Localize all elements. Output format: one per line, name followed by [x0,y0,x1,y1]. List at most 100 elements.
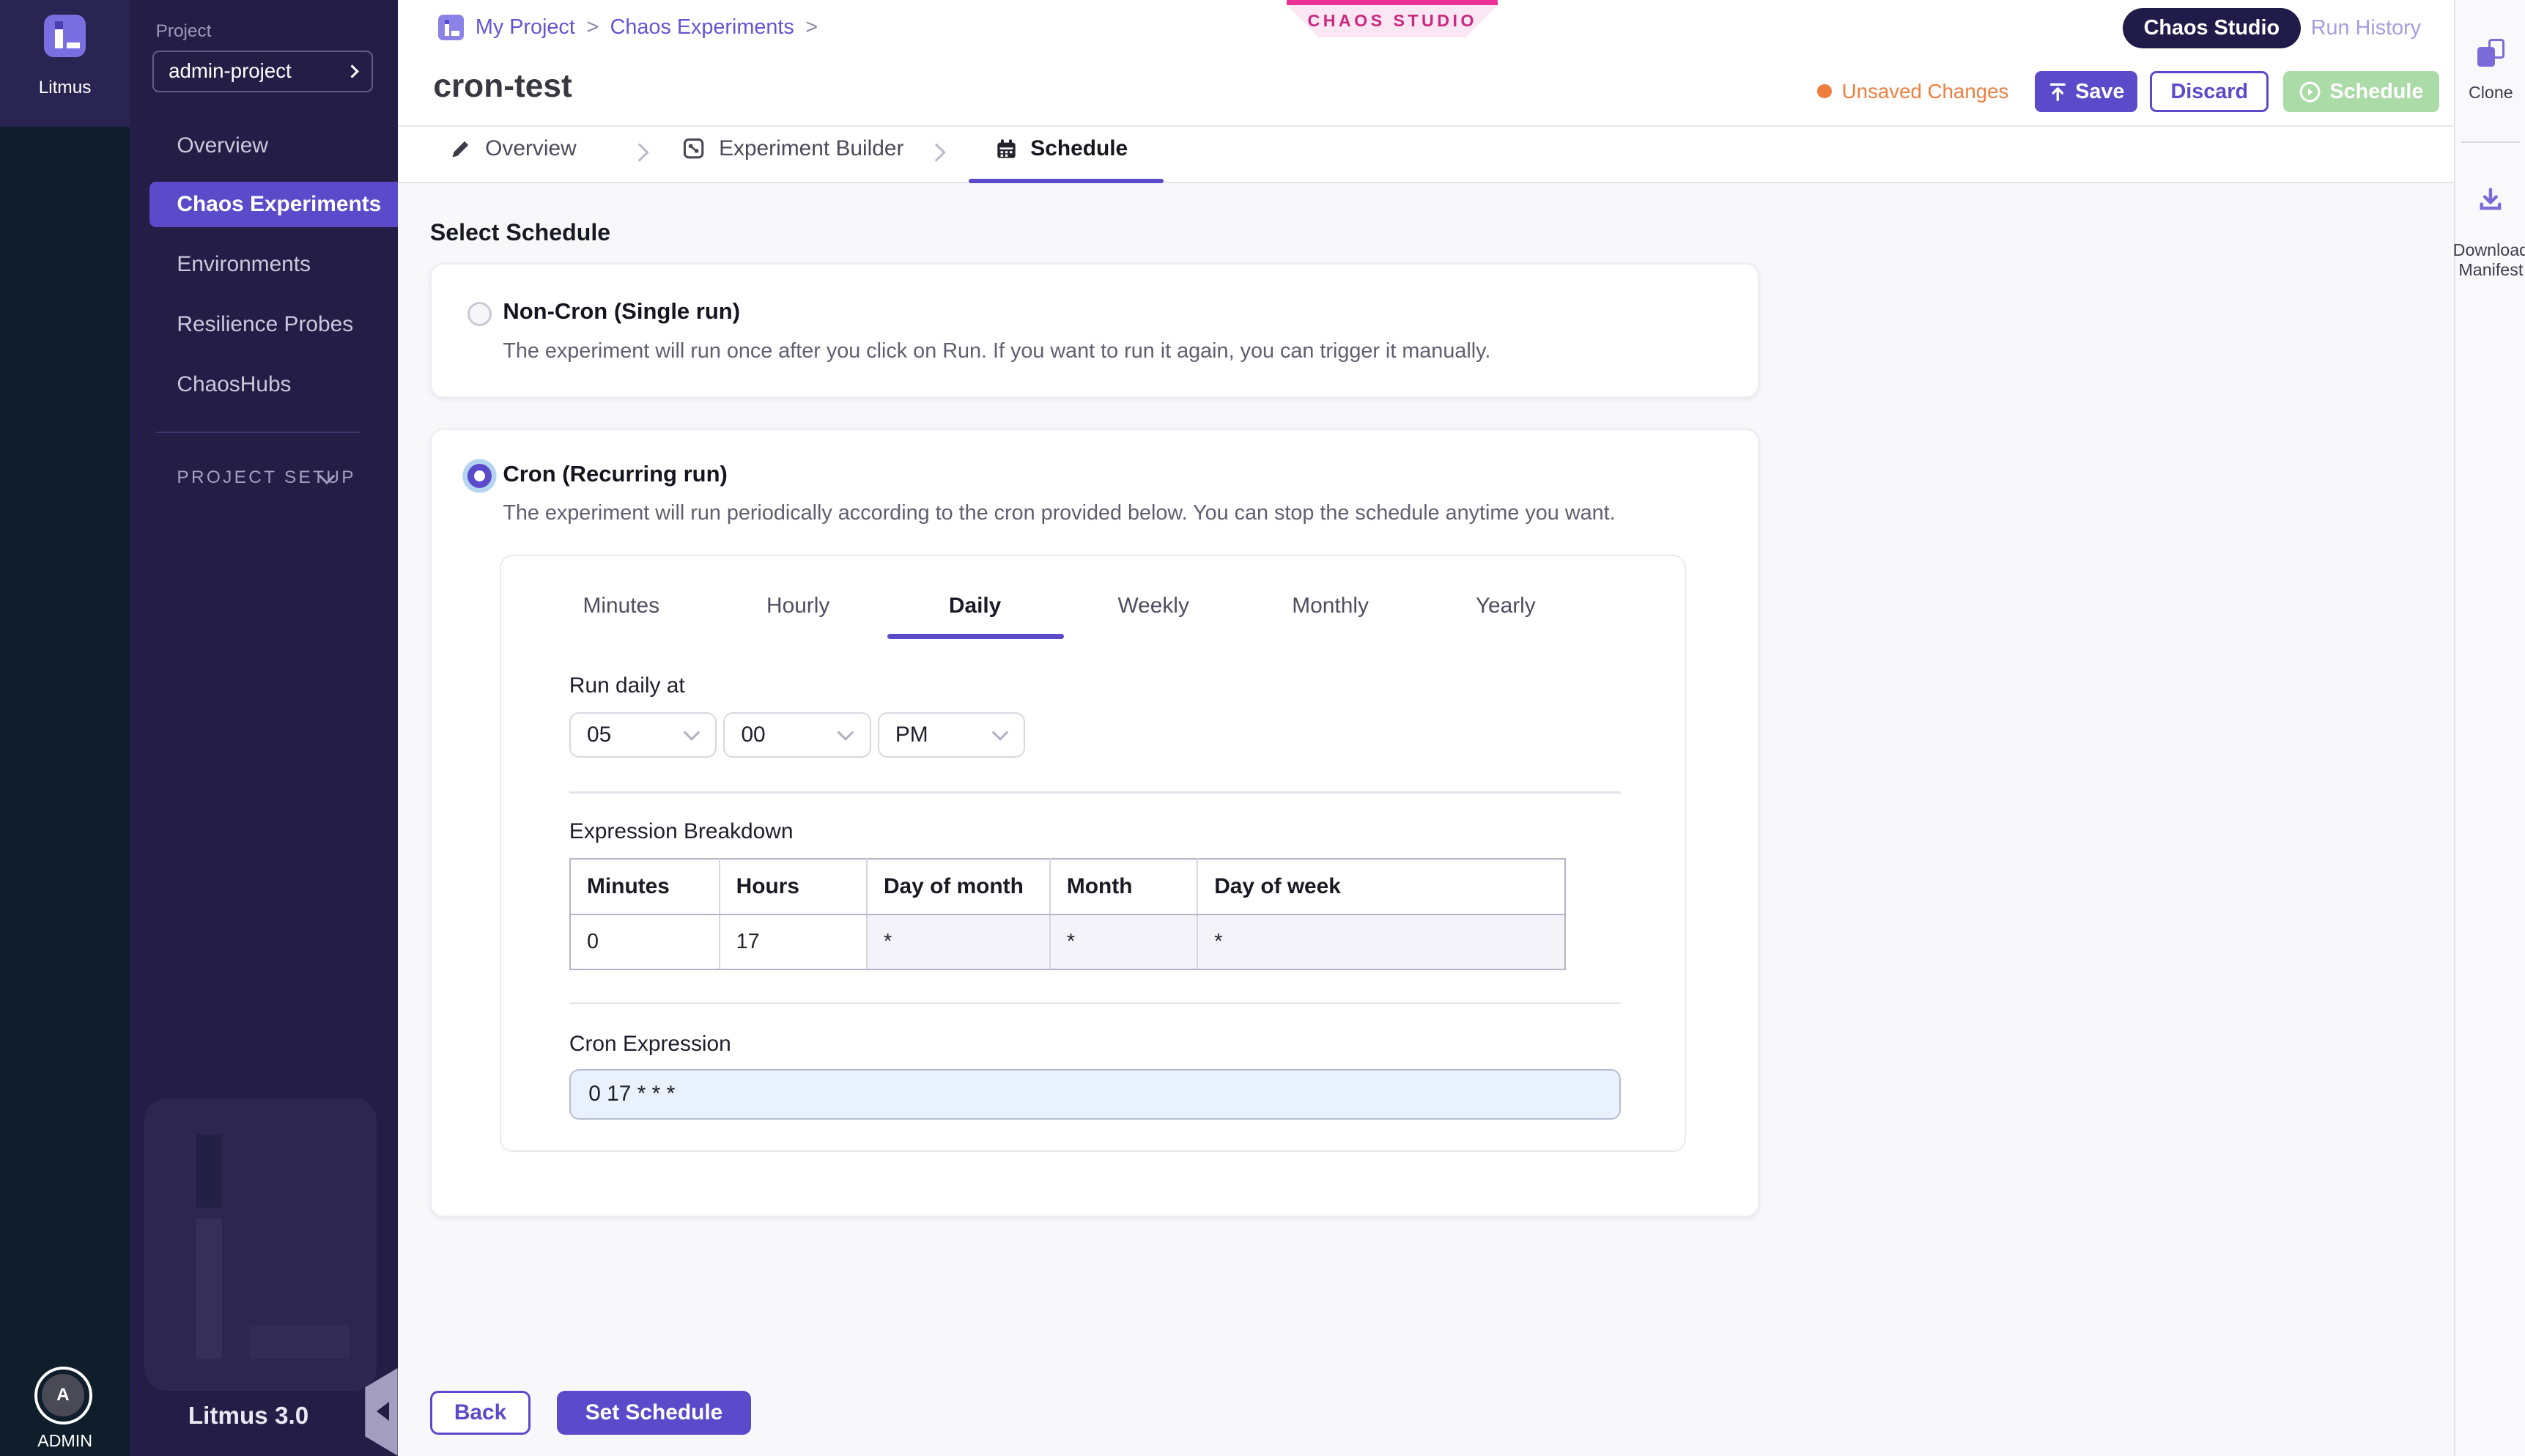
save-label: Save [2075,80,2124,104]
page-title: cron-test [433,68,572,105]
ribbon-bar [1287,0,1498,5]
cron-tab-daily[interactable]: Daily [949,594,1001,618]
right-action-rail: Clone Download Manifest [2454,0,2525,1456]
breadcrumb-my-project[interactable]: My Project [476,15,575,40]
cron-radio-selected[interactable] [467,464,492,488]
view-toggle-run-history[interactable]: Run History [2311,16,2421,40]
panel-divider [569,1002,1621,1004]
save-upload-icon [2048,82,2068,102]
run-daily-label: Run daily at [569,673,685,698]
minute-value: 00 [741,723,765,747]
tab-experiment-builder[interactable]: Experiment Builder [681,136,903,161]
tab-builder-label: Experiment Builder [719,136,903,161]
chevron-down-icon [683,725,699,741]
minute-select[interactable]: 00 [723,712,871,758]
studio-step-tabs: Overview Experiment Builder Schedule [398,127,2454,184]
meridiem-select[interactable]: PM [878,712,1026,758]
left-rail: Litmus A ADMIN [0,0,130,1456]
tab-schedule-label: Schedule [1030,136,1128,161]
schedule-content: Select Schedule Non-Cron (Single run) Th… [398,183,2454,1455]
save-button[interactable]: Save [2035,71,2137,111]
download-manifest-button[interactable]: Download Manifest [2455,185,2525,221]
col-month: Month [1050,859,1197,914]
chevron-down-icon [991,725,1008,741]
play-circle-icon [2299,81,2321,103]
chaos-studio-pill-label: Chaos Studio [2144,16,2280,40]
cron-expression-label: Cron Expression [569,1032,731,1057]
download-manifest-label: Download Manifest [2442,240,2525,281]
cron-expression-input[interactable] [569,1069,1621,1120]
col-day-of-week: Day of week [1197,859,1565,914]
chevron-right-icon [345,64,359,78]
cron-option-card[interactable]: Cron (Recurring run) The experiment will… [430,429,1759,1217]
col-minutes: Minutes [570,859,720,914]
calendar-icon [995,138,1018,160]
sidebar-item-chaos-experiments[interactable]: Chaos Experiments [149,182,398,227]
discard-button[interactable]: Discard [2150,71,2269,111]
rail-divider [2461,141,2520,143]
active-tab-underline [969,179,1164,184]
value-month: * [1050,914,1197,969]
value-minutes: 0 [570,914,720,969]
set-schedule-button[interactable]: Set Schedule [557,1391,752,1435]
unsaved-label: Unsaved Changes [1842,80,2009,103]
sidebar-item-resilience-probes[interactable]: Resilience Probes [130,302,397,347]
litmus-logo-icon[interactable] [44,15,86,57]
breadcrumb-logo-icon [438,15,464,40]
project-setup-toggle[interactable]: PROJECT SETUP [177,468,355,488]
non-cron-option-card[interactable]: Non-Cron (Single run) The experiment wil… [430,263,1759,398]
admin-label: ADMIN [0,1431,130,1451]
sidebar-item-environments[interactable]: Environments [130,242,397,287]
table-header-row: Minutes Hours Day of month Month Day of … [570,859,1565,914]
breadcrumb-separator: > [586,15,599,40]
cron-settings-panel: Minutes Hourly Daily Weekly Monthly Year… [500,555,1686,1152]
sidebar-item-overview[interactable]: Overview [130,123,397,169]
download-icon [2476,185,2505,214]
non-cron-desc: The experiment will run once after you c… [503,339,1490,363]
project-select-value: admin-project [169,59,292,83]
sidebar-item-chaoshubs[interactable]: ChaosHubs [130,362,397,407]
litmus-app: Litmus A ADMIN Project admin-project Ove… [0,0,2525,1456]
ribbon-label: CHAOS STUDIO [1287,5,1498,37]
version-label: Litmus 3.0 [188,1403,308,1430]
cron-tab-weekly[interactable]: Weekly [1117,594,1188,618]
schedule-button-disabled[interactable]: Schedule [2283,71,2439,111]
sidebar: Project admin-project Overview Chaos Exp… [130,0,397,1456]
collapse-arrow-icon [377,1402,389,1421]
select-schedule-title: Select Schedule [430,219,610,246]
cron-tab-hourly[interactable]: Hourly [766,594,829,618]
back-button[interactable]: Back [430,1391,530,1435]
litmus-watermark [144,1098,377,1391]
project-select[interactable]: admin-project [152,51,373,93]
avatar-letter: A [42,1374,84,1416]
chevron-down-icon [838,725,854,741]
tab-overview[interactable]: Overview [449,136,576,161]
unsaved-changes-badge: Unsaved Changes [1817,80,2008,103]
hour-value: 05 [587,723,611,747]
chevron-right-icon [927,144,945,162]
cron-tab-monthly[interactable]: Monthly [1292,594,1369,618]
avatar[interactable]: A [34,1367,93,1425]
cron-tab-minutes[interactable]: Minutes [583,594,659,618]
breadcrumb: My Project > Chaos Experiments > [438,15,818,40]
breadcrumb-chaos-experiments[interactable]: Chaos Experiments [610,15,794,40]
clone-icon [2477,39,2505,67]
non-cron-title: Non-Cron (Single run) [503,298,740,325]
sidebar-divider [156,432,361,433]
unsaved-dot-icon [1817,84,1832,99]
chaos-studio-ribbon: CHAOS STUDIO [1287,0,1498,39]
builder-icon [681,136,706,160]
col-day-of-month: Day of month [867,859,1050,914]
non-cron-radio[interactable] [467,302,492,326]
table-value-row: 0 17 * * * [570,914,1565,969]
tab-schedule[interactable]: Schedule [995,136,1128,161]
hour-select[interactable]: 05 [569,712,717,758]
page-header: My Project > Chaos Experiments > CHAOS S… [398,0,2454,183]
view-toggle-chaos-studio[interactable]: Chaos Studio [2123,8,2301,48]
cron-tab-yearly[interactable]: Yearly [1476,594,1536,618]
clone-button[interactable]: Clone [2455,39,2525,103]
expression-breakdown-table: Minutes Hours Day of month Month Day of … [569,858,1566,970]
project-label: Project [156,21,212,42]
chevron-right-icon [630,144,648,162]
value-day-of-week: * [1197,914,1565,969]
